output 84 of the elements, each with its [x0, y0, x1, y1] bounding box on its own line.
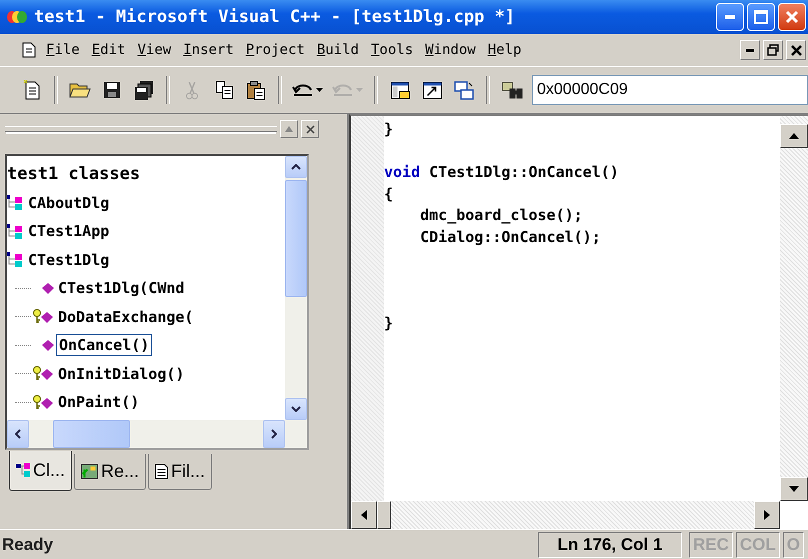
scissors-icon: [186, 80, 198, 100]
code-line: {: [384, 184, 394, 202]
class-icon: [7, 224, 22, 239]
close-pane-button[interactable]: [301, 120, 319, 138]
code-line: }: [384, 120, 394, 138]
right-chevron-icon: [271, 429, 277, 439]
scroll-thumb[interactable]: [377, 501, 391, 529]
vertical-scrollbar[interactable]: [780, 116, 808, 501]
copy-icon: [216, 81, 232, 99]
tree-item[interactable]: CTest1App: [26, 221, 112, 242]
menu-item[interactable]: Project: [246, 42, 305, 58]
minimize-icon: [725, 15, 735, 19]
menu-item[interactable]: Insert: [183, 42, 234, 58]
maximize-icon: [754, 10, 768, 24]
code-line: dmc_board_close();: [419, 206, 583, 224]
vertical-scrollbar[interactable]: [285, 156, 307, 420]
resource-icon: [81, 464, 98, 479]
workspace-tab[interactable]: Cl...: [9, 451, 72, 491]
menu-item[interactable]: Help: [488, 42, 522, 58]
menu-item[interactable]: Tools: [370, 42, 414, 58]
workspace-tab[interactable]: Fil...: [148, 454, 212, 490]
up-triangle-icon: [789, 133, 799, 139]
diamond-icon: [42, 340, 54, 351]
menu-item[interactable]: Window: [425, 42, 476, 58]
maximize-button[interactable]: [747, 3, 775, 31]
close-icon: [790, 44, 802, 56]
document-icon: [22, 42, 36, 58]
minimize-icon: [746, 48, 754, 52]
undo-icon: [292, 84, 324, 96]
tree-item[interactable]: OnCancel(): [56, 334, 152, 356]
key-diamond-icon: [33, 309, 54, 324]
diamond-icon: [42, 282, 54, 294]
tree-item[interactable]: CAboutDlg: [26, 192, 112, 213]
code-line: void CTest1Dlg::OnCancel(): [384, 163, 619, 181]
menu-item[interactable]: Edit: [92, 42, 126, 58]
new-file-icon: [23, 80, 41, 100]
right-triangle-icon: [764, 510, 770, 520]
cursor-position: Ln 176, Col 1: [538, 532, 682, 558]
windows-icon: [454, 80, 474, 100]
restore-icon: [767, 44, 779, 56]
maximize-pane-button[interactable]: [280, 120, 298, 138]
tree-item[interactable]: CTest1Dlg(CWnd: [56, 278, 186, 298]
close-icon: [306, 124, 314, 134]
code-line: }: [384, 314, 394, 332]
restore-button[interactable]: [763, 40, 783, 60]
tree-root[interactable]: test1 classes: [7, 160, 285, 188]
down-triangle-icon: [789, 486, 799, 492]
code-editor[interactable]: } void CTest1Dlg::OnCancel() { dmc_board_close(); CDialog::OnCancel(); }: [349, 114, 808, 529]
class-icon: [16, 463, 30, 478]
tree-item[interactable]: DoDataExchange(: [56, 306, 196, 327]
app-icon: [6, 9, 28, 25]
key-diamond-icon: [33, 394, 54, 410]
horizontal-scrollbar[interactable]: [7, 420, 307, 448]
binoculars-icon: [502, 82, 522, 98]
down-chevron-icon: [291, 406, 301, 412]
redo-icon: [332, 84, 364, 96]
tree-item[interactable]: CTest1Dlg: [26, 250, 112, 270]
horizontal-scrollbar[interactable]: [351, 501, 780, 529]
tree-item[interactable]: OnPaint(): [56, 392, 142, 412]
close-icon: [785, 10, 799, 24]
up-chevron-icon: [291, 164, 301, 170]
minimize-button[interactable]: [740, 40, 760, 60]
document-icon: [155, 464, 168, 479]
window-icon: [390, 82, 410, 98]
code-line: CDialog::OnCancel();: [419, 228, 601, 246]
workspace-tab[interactable]: Re...: [74, 454, 146, 490]
folder-icon: [69, 82, 91, 98]
pane-grip[interactable]: [5, 126, 277, 132]
find-field[interactable]: 0x00000C09: [532, 75, 808, 105]
class-icon: [7, 252, 22, 268]
class-icon: [7, 195, 22, 210]
menu-item[interactable]: Build: [316, 42, 359, 58]
floppy-disks-icon: [135, 80, 153, 100]
status-message: Ready: [2, 534, 54, 554]
left-chevron-icon: [15, 429, 21, 439]
up-triangle-icon: [285, 126, 293, 132]
menu-item[interactable]: View: [137, 42, 172, 58]
key-diamond-icon: [33, 366, 54, 382]
close-button[interactable]: [786, 40, 806, 60]
tree-item[interactable]: OnInitDialog(): [56, 364, 186, 384]
menu-item[interactable]: File: [46, 42, 80, 58]
left-triangle-icon: [361, 510, 367, 520]
window-title: test1 - Microsoft Visual C++ - [test1Dlg.cpp *]: [34, 7, 516, 27]
clipboard-icon: [247, 80, 265, 100]
